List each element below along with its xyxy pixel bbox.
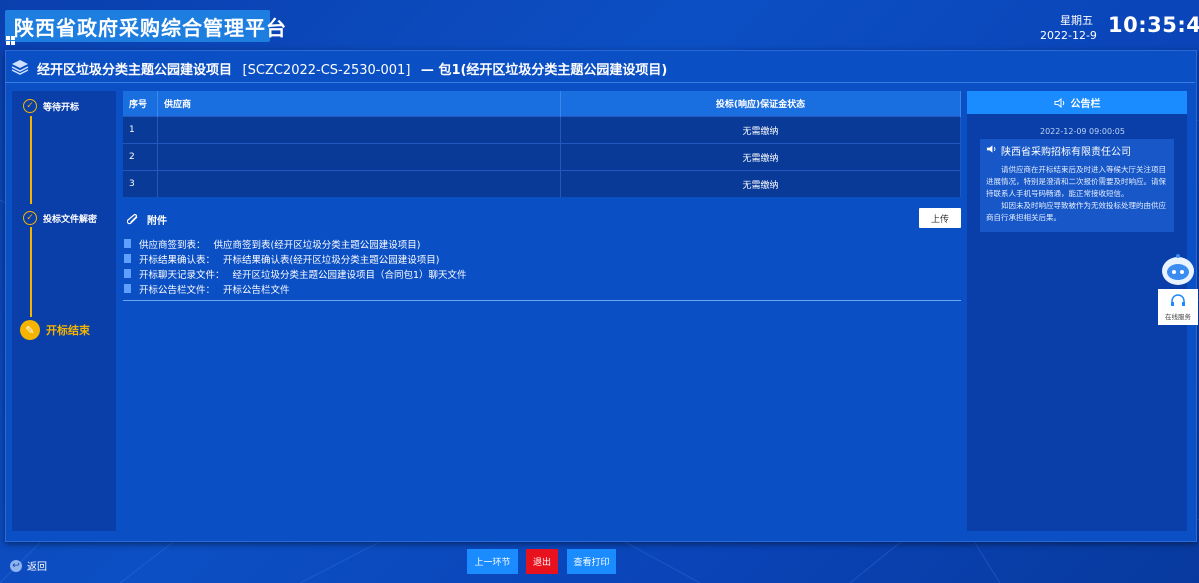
attachment-link[interactable]: 供应商签到表(经开区垃圾分类主题公园建设项目) bbox=[214, 237, 421, 251]
step-label: 开标结束 bbox=[46, 324, 90, 337]
notice-header: 公告栏 bbox=[967, 91, 1187, 114]
robot-assistant-icon[interactable] bbox=[1158, 252, 1198, 288]
step-decrypt: ✓ 投标文件解密 bbox=[23, 211, 97, 225]
column-header: 序号 bbox=[123, 91, 158, 117]
notice-paragraph: 请供应商在开标结束后及时进入等候大厅关注项目进展情况，特别是澄清和二次报价需要及… bbox=[986, 165, 1166, 198]
list-item: 供应商签到表： 供应商签到表(经开区垃圾分类主题公园建设项目) bbox=[124, 236, 467, 251]
supplier-cell bbox=[157, 170, 561, 197]
row-number: 1 bbox=[123, 116, 158, 144]
check-icon: ✓ bbox=[23, 99, 37, 113]
step-label: 投标文件解密 bbox=[43, 214, 98, 225]
table-row: 2 无需缴纳 bbox=[123, 143, 961, 171]
exit-button[interactable]: 退出 bbox=[526, 549, 558, 574]
file-icon bbox=[124, 239, 131, 248]
view-print-button[interactable]: 查看打印 bbox=[567, 549, 616, 574]
list-item: 开标公告栏文件： 开标公告栏文件 bbox=[124, 281, 467, 296]
row-number: 2 bbox=[123, 143, 158, 171]
step-finished: ✎ 开标结束 bbox=[20, 320, 90, 340]
attachments-divider bbox=[123, 300, 961, 301]
table-row: 1 无需缴纳 bbox=[123, 116, 961, 144]
layers-icon bbox=[11, 60, 29, 75]
upload-button[interactable]: 上传 bbox=[919, 208, 961, 228]
column-header: 投标(响应)保证金状态 bbox=[560, 91, 961, 117]
column-header: 供应商 bbox=[157, 91, 561, 117]
clock: 10:35:40 bbox=[1108, 13, 1199, 37]
table-row: 3 无需缴纳 bbox=[123, 170, 961, 197]
notice-paragraph: 如因未及时响应导致被作为无效投标处理的由供应商自行承担相关后果。 bbox=[986, 201, 1166, 222]
notice-organization: 陕西省采购招标有限责任公司 bbox=[1001, 147, 1131, 158]
back-link[interactable]: ↩ 返回 bbox=[10, 558, 47, 573]
deposit-status: 无需缴纳 bbox=[560, 116, 961, 144]
header-divider bbox=[5, 82, 1195, 83]
online-service-button[interactable]: 在线服务 bbox=[1158, 289, 1198, 325]
file-icon bbox=[124, 269, 131, 278]
online-service-label: 在线服务 bbox=[1165, 312, 1191, 321]
previous-step-button[interactable]: 上一环节 bbox=[467, 549, 518, 574]
attachment-label: 开标聊天记录文件： bbox=[139, 269, 225, 281]
project-code: [SCZC2022-CS-2530-001] bbox=[242, 63, 411, 78]
weekday: 星期五 bbox=[1060, 14, 1093, 27]
speaker-icon bbox=[1054, 97, 1064, 108]
notice-body: 请供应商在开标结束后及时进入等候大厅关注项目进展情况，特别是澄清和二次报价需要及… bbox=[986, 164, 1172, 224]
deposit-status: 无需缴纳 bbox=[560, 143, 961, 171]
project-title: 经开区垃圾分类主题公园建设项目 [SCZC2022-CS-2530-001] —… bbox=[37, 59, 667, 78]
speaker-icon bbox=[986, 145, 996, 153]
file-icon bbox=[124, 284, 131, 293]
attachment-label: 开标结果确认表： bbox=[139, 254, 216, 266]
attachment-label: 开标公告栏文件： bbox=[139, 284, 216, 296]
progress-steps bbox=[12, 91, 116, 531]
step-label: 等待开标 bbox=[43, 102, 80, 113]
date: 2022-12-9 bbox=[1040, 29, 1097, 42]
notice-time: 2022-12-09 09:00:05 bbox=[1040, 127, 1125, 136]
table-header: 序号 供应商 投标(响应)保证金状态 bbox=[123, 91, 961, 117]
step-connector bbox=[30, 227, 32, 317]
headset-icon bbox=[1171, 293, 1185, 306]
attachment-label: 供应商签到表： bbox=[139, 239, 206, 251]
attachments-header: 附件 bbox=[127, 212, 167, 227]
file-icon bbox=[124, 254, 131, 263]
attachments-title: 附件 bbox=[147, 216, 167, 227]
check-icon: ✓ bbox=[23, 211, 37, 225]
attachments-list: 供应商签到表： 供应商签到表(经开区垃圾分类主题公园建设项目) 开标结果确认表：… bbox=[124, 236, 467, 296]
paperclip-icon bbox=[127, 213, 138, 224]
attachment-link[interactable]: 开标公告栏文件 bbox=[223, 282, 290, 296]
step-waiting: ✓ 等待开标 bbox=[23, 99, 79, 113]
list-item: 开标聊天记录文件： 经开区垃圾分类主题公园建设项目（合同包1）聊天文件 bbox=[124, 266, 467, 281]
back-arrow-icon: ↩ bbox=[10, 559, 22, 572]
list-item: 开标结果确认表： 开标结果确认表(经开区垃圾分类主题公园建设项目) bbox=[124, 251, 467, 266]
notice-title: 公告栏 bbox=[1070, 99, 1101, 110]
edit-icon: ✎ bbox=[20, 320, 40, 340]
row-number: 3 bbox=[123, 170, 158, 197]
project-name: 经开区垃圾分类主题公园建设项目 bbox=[37, 63, 233, 78]
apps-grid-icon[interactable] bbox=[6, 36, 15, 45]
attachment-link[interactable]: 开标结果确认表(经开区垃圾分类主题公园建设项目) bbox=[223, 252, 439, 266]
app-title: 陕西省政府采购综合管理平台 bbox=[14, 16, 287, 40]
supplier-cell bbox=[157, 143, 561, 171]
deposit-table: 序号 供应商 投标(响应)保证金状态 1 无需缴纳 2 无需缴纳 3 无需缴纳 bbox=[123, 91, 961, 197]
project-package: — 包1(经开区垃圾分类主题公园建设项目) bbox=[420, 63, 668, 78]
attachment-link[interactable]: 经开区垃圾分类主题公园建设项目（合同包1）聊天文件 bbox=[233, 267, 467, 281]
step-connector bbox=[30, 116, 32, 204]
supplier-cell bbox=[157, 116, 561, 144]
back-label: 返回 bbox=[27, 562, 47, 573]
deposit-status: 无需缴纳 bbox=[560, 170, 961, 197]
